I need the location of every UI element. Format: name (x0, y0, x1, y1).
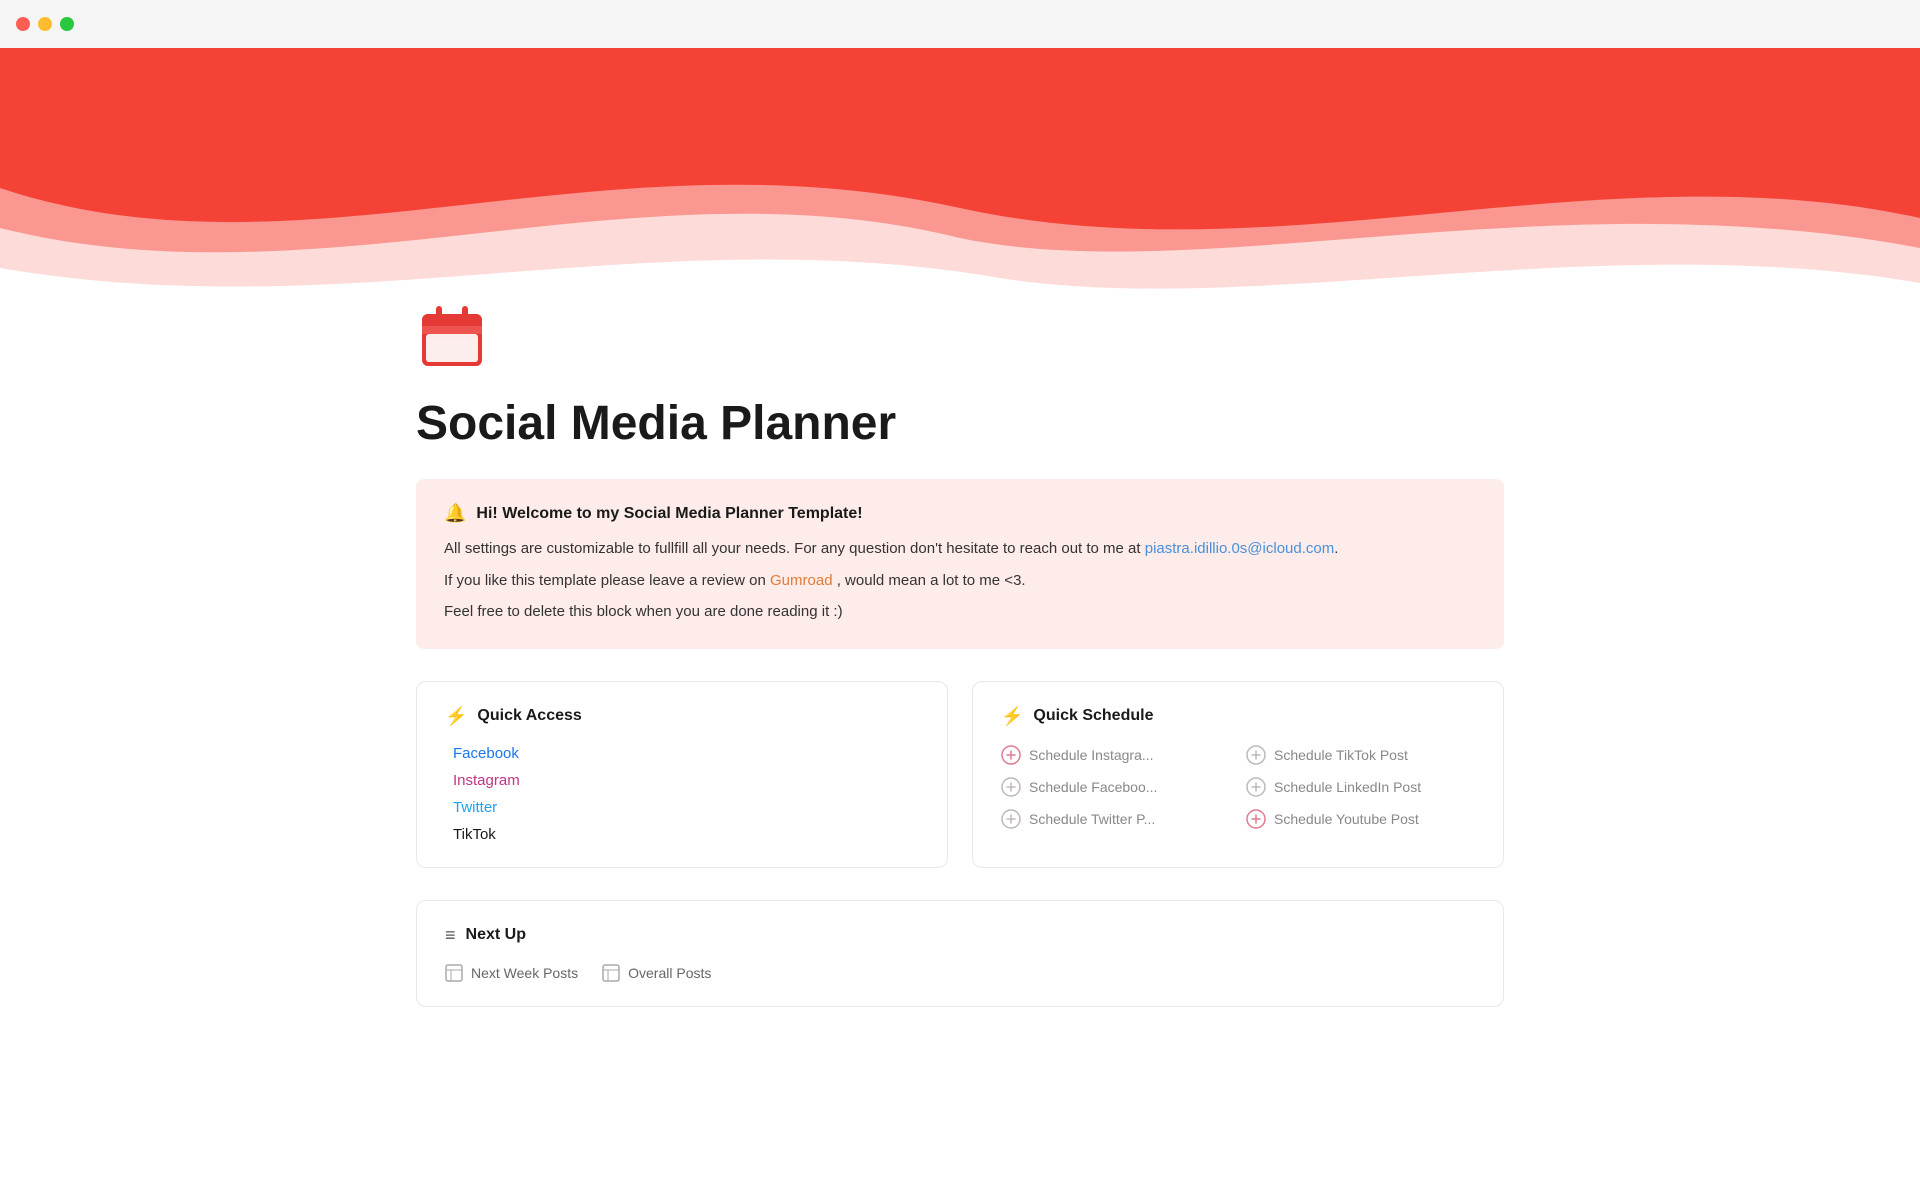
quick-access-card: ⚡ Quick Access Facebook Instagram Twitte… (416, 681, 948, 868)
close-button[interactable] (16, 17, 30, 31)
plus-circle-icon-tiktok (1246, 745, 1266, 765)
overall-label: Overall Posts (628, 965, 711, 981)
bolt-icon-quick-schedule: ⚡ (1001, 706, 1023, 727)
hero-banner (0, 48, 1920, 328)
schedule-item-instagram[interactable]: Schedule Instagra... (1001, 745, 1230, 765)
next-up-item-overall[interactable]: Overall Posts (602, 964, 711, 982)
table-icon-next-week (445, 964, 463, 982)
next-up-items: Next Week Posts Overall Posts (445, 964, 1475, 982)
bolt-icon-quick-access: ⚡ (445, 706, 467, 727)
next-up-item-next-week[interactable]: Next Week Posts (445, 964, 578, 982)
schedule-facebook-label: Schedule Faceboo... (1029, 779, 1157, 795)
next-week-label: Next Week Posts (471, 965, 578, 981)
maximize-button[interactable] (60, 17, 74, 31)
welcome-heading: Hi! Welcome to my Social Media Planner T… (476, 505, 862, 523)
plus-circle-icon-linkedin (1246, 777, 1266, 797)
schedule-item-twitter[interactable]: Schedule Twitter P... (1001, 809, 1230, 829)
list-icon: ≡ (445, 925, 456, 946)
schedule-item-youtube[interactable]: Schedule Youtube Post (1246, 809, 1475, 829)
welcome-line3: Feel free to delete this block when you … (444, 599, 1476, 625)
titlebar (0, 0, 1920, 48)
schedule-youtube-label: Schedule Youtube Post (1274, 811, 1419, 827)
schedule-item-linkedin[interactable]: Schedule LinkedIn Post (1246, 777, 1475, 797)
schedule-twitter-label: Schedule Twitter P... (1029, 811, 1155, 827)
quick-schedule-title: Quick Schedule (1033, 707, 1153, 725)
plus-circle-icon-twitter (1001, 809, 1021, 829)
welcome-line2: If you like this template please leave a… (444, 568, 1476, 594)
quick-access-facebook[interactable]: Facebook (453, 745, 919, 762)
schedule-item-facebook[interactable]: Schedule Faceboo... (1001, 777, 1230, 797)
next-up-title: Next Up (466, 926, 526, 944)
bell-icon: 🔔 (444, 503, 466, 524)
welcome-block: 🔔 Hi! Welcome to my Social Media Planner… (416, 479, 1504, 649)
quick-access-instagram[interactable]: Instagram (453, 772, 919, 789)
next-up-card: ≡ Next Up Next Week Posts Overall Posts (416, 900, 1504, 1007)
page-title: Social Media Planner (416, 396, 1504, 451)
plus-circle-icon-instagram (1001, 745, 1021, 765)
minimize-button[interactable] (38, 17, 52, 31)
quick-access-tiktok[interactable]: TikTok (453, 826, 919, 843)
page-icon (416, 300, 488, 372)
gumroad-link[interactable]: Gumroad (770, 572, 833, 589)
schedule-tiktok-label: Schedule TikTok Post (1274, 747, 1408, 763)
email-link[interactable]: piastra.idillio.0s@icloud.com (1145, 540, 1334, 557)
schedule-linkedin-label: Schedule LinkedIn Post (1274, 779, 1421, 795)
quick-access-links: Facebook Instagram Twitter TikTok (445, 745, 919, 843)
schedule-grid: Schedule Instagra... Schedule TikTok Pos… (1001, 745, 1475, 829)
quick-access-title: Quick Access (477, 707, 581, 725)
plus-circle-icon-youtube (1246, 809, 1266, 829)
schedule-instagram-label: Schedule Instagra... (1029, 747, 1154, 763)
plus-circle-icon-facebook (1001, 777, 1021, 797)
quick-schedule-card: ⚡ Quick Schedule Schedule Instagra... (972, 681, 1504, 868)
welcome-line1: All settings are customizable to fullfil… (444, 536, 1476, 562)
quick-access-twitter[interactable]: Twitter (453, 799, 919, 816)
schedule-item-tiktok[interactable]: Schedule TikTok Post (1246, 745, 1475, 765)
table-icon-overall (602, 964, 620, 982)
